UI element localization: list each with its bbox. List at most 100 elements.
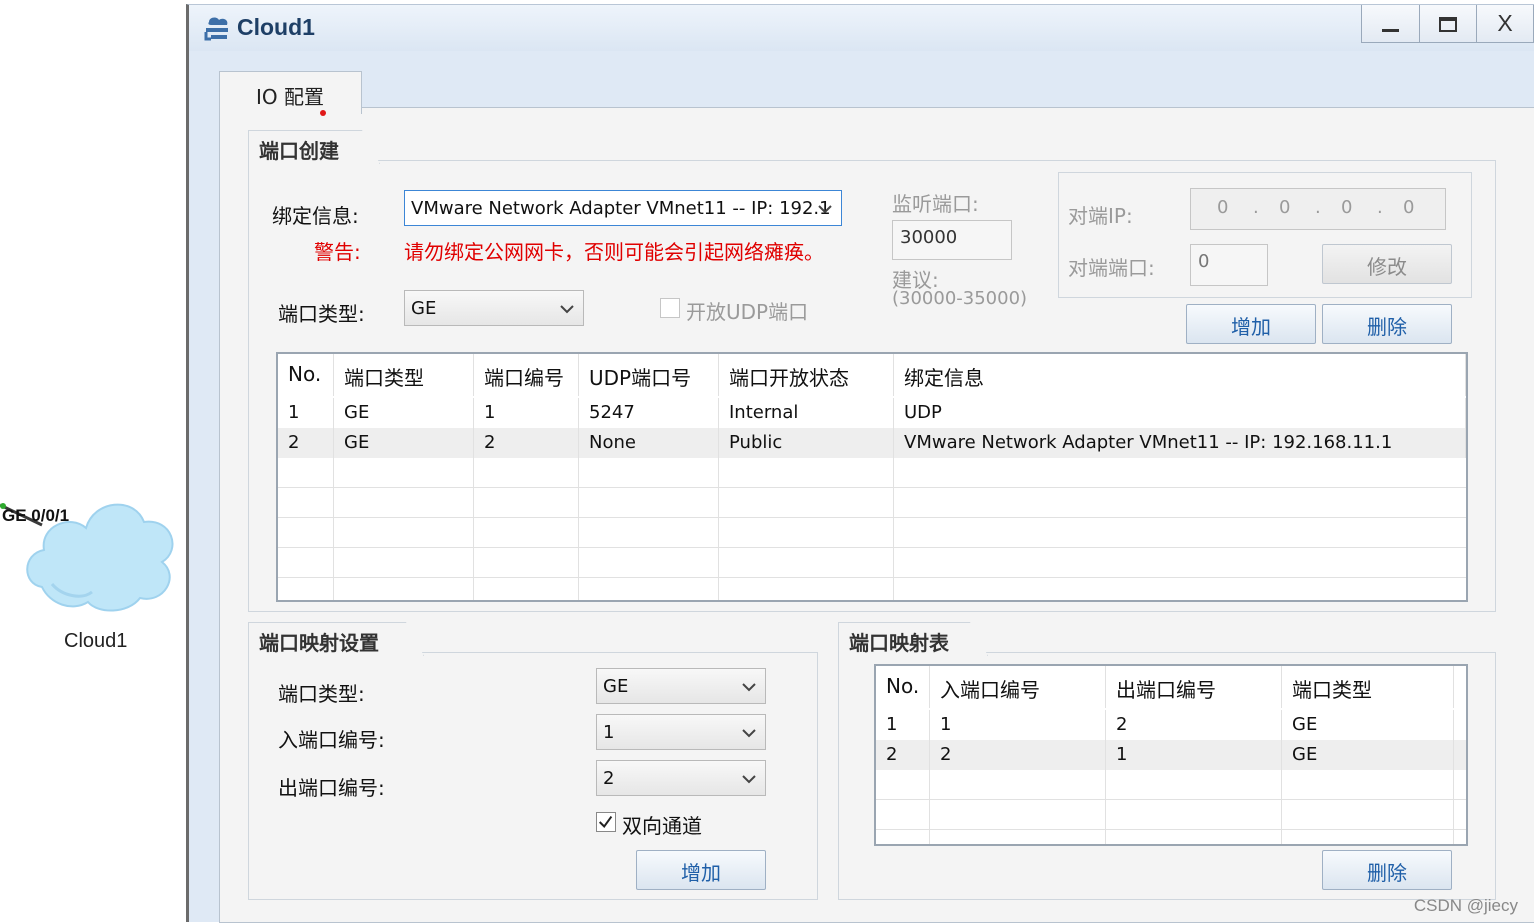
cell-bind-info: UDP (894, 398, 1466, 428)
column-header-port-type[interactable]: 端口类型 (334, 354, 474, 396)
empty-column (1282, 770, 1454, 844)
cell-port-type: GE (1282, 710, 1454, 740)
open-udp-checkbox[interactable] (660, 298, 680, 318)
peer-port-input[interactable]: 0 (1190, 244, 1268, 286)
cell-port-number: 2 (474, 428, 579, 458)
cell-out-port: 1 (1106, 740, 1282, 770)
bind-info-value: VMware Network Adapter VMnet11 -- IP: 19… (411, 198, 831, 219)
peer-ip-dot: . (1253, 197, 1259, 218)
bind-info-select[interactable]: VMware Network Adapter VMnet11 -- IP: 19… (404, 190, 842, 226)
column-header-port-type[interactable]: 端口类型 (1282, 666, 1454, 708)
minimize-button[interactable] (1362, 5, 1419, 42)
chevron-down-icon (560, 305, 574, 314)
cell-port-type: GE (1282, 740, 1454, 770)
mapping-table[interactable]: No. 入端口编号 出端口编号 端口类型 1 1 2 GE 2 2 1 GE (874, 664, 1468, 846)
cell-port-number: 1 (474, 398, 579, 428)
cell-out-port: 2 (1106, 710, 1282, 740)
row-divider (876, 829, 1466, 830)
empty-rows (876, 770, 1466, 844)
cloud-app-icon (204, 17, 228, 41)
peer-port-value: 0 (1198, 251, 1210, 272)
cloud-device-icon[interactable] (22, 492, 178, 614)
empty-column (278, 458, 334, 600)
port-type-label: 端口类型: (278, 302, 365, 326)
empty-column (579, 458, 719, 600)
empty-column (719, 458, 894, 600)
port-create-group-title: 端口创建 (248, 130, 380, 164)
checkmark-icon (598, 816, 613, 829)
listen-port-label: 监听端口: (892, 192, 979, 216)
row-divider (876, 799, 1466, 800)
empty-column (876, 770, 930, 844)
add-mapping-button[interactable]: 增加 (636, 850, 766, 890)
tab-io-config[interactable]: IO 配置 (219, 71, 362, 116)
cell-udp-port: None (579, 428, 719, 458)
peer-ip-label: 对端IP: (1068, 204, 1133, 228)
topology-device-name: Cloud1 (64, 630, 128, 652)
cell-udp-port: 5247 (579, 398, 719, 428)
peer-port-label: 对端端口: (1068, 256, 1155, 280)
map-port-type-value: GE (603, 676, 629, 697)
peer-ip-dot: . (1377, 197, 1383, 218)
peer-ip-input[interactable]: 0 . 0 . 0 . 0 (1190, 188, 1446, 230)
warning-label: 警告: (314, 240, 361, 264)
column-header-in-port[interactable]: 入端口编号 (930, 666, 1106, 708)
tab-content-panel: 端口创建 绑定信息: VMware Network Adapter VMnet1… (219, 107, 1534, 923)
row-divider (278, 517, 1466, 518)
cell-no: 2 (876, 740, 930, 770)
bidirectional-label: 双向通道 (622, 814, 702, 838)
peer-ip-octet-4: 0 (1403, 197, 1415, 218)
open-udp-label: 开放UDP端口 (686, 300, 809, 324)
column-header-udp-port[interactable]: UDP端口号 (579, 354, 719, 396)
delete-port-button[interactable]: 删除 (1322, 304, 1452, 344)
column-header-bind-info[interactable]: 绑定信息 (894, 354, 1466, 396)
cell-open-state: Internal (719, 398, 894, 428)
warning-text: 请勿绑定公网网卡，否则可能会引起网络瘫痪。 (404, 240, 824, 264)
cell-bind-info: VMware Network Adapter VMnet11 -- IP: 19… (894, 428, 1466, 458)
out-port-label: 出端口编号: (278, 776, 385, 800)
peer-ip-octet-1: 0 (1217, 197, 1229, 218)
delete-mapping-button[interactable]: 删除 (1322, 850, 1452, 890)
column-header-no[interactable]: No. (278, 354, 334, 396)
column-header-no[interactable]: No. (876, 666, 930, 708)
title-bar[interactable]: Cloud1 X (189, 5, 1534, 51)
empty-column (930, 770, 1106, 844)
add-port-button[interactable]: 增加 (1186, 304, 1316, 344)
minimize-icon (1382, 29, 1399, 32)
chevron-down-icon (818, 205, 832, 214)
peer-ip-octet-3: 0 (1341, 197, 1353, 218)
modify-button[interactable]: 修改 (1322, 244, 1452, 284)
column-header-port-number[interactable]: 端口编号 (474, 354, 579, 396)
peer-ip-octet-2: 0 (1279, 197, 1291, 218)
cell-port-type: GE (334, 428, 474, 458)
map-port-type-select[interactable]: GE (596, 668, 766, 704)
watermark-text: CSDN @jiecy (1413, 896, 1518, 915)
mapping-table-header: No. 入端口编号 出端口编号 端口类型 (876, 666, 1466, 708)
maximize-icon (1439, 17, 1457, 32)
cell-no: 2 (278, 428, 334, 458)
maximize-button[interactable] (1419, 5, 1476, 42)
out-port-select[interactable]: 2 (596, 760, 766, 796)
map-port-type-label: 端口类型: (278, 682, 365, 706)
bidirectional-checkbox[interactable] (596, 812, 616, 832)
column-header-out-port[interactable]: 出端口编号 (1106, 666, 1282, 708)
port-table[interactable]: No. 端口类型 端口编号 UDP端口号 端口开放状态 绑定信息 1 GE 1 … (276, 352, 1468, 602)
table-row[interactable]: 2 2 1 GE (876, 740, 1466, 770)
empty-column (474, 458, 579, 600)
port-table-header: No. 端口类型 端口编号 UDP端口号 端口开放状态 绑定信息 (278, 354, 1466, 396)
in-port-value: 1 (603, 722, 615, 743)
column-header-open-state[interactable]: 端口开放状态 (719, 354, 894, 396)
port-type-value: GE (411, 298, 437, 319)
close-icon: X (1497, 10, 1513, 36)
close-button[interactable]: X (1476, 5, 1533, 42)
table-row[interactable]: 2 GE 2 None Public VMware Network Adapte… (278, 428, 1466, 458)
row-divider (278, 547, 1466, 548)
in-port-select[interactable]: 1 (596, 714, 766, 750)
empty-column (334, 458, 474, 600)
table-row[interactable]: 1 GE 1 5247 Internal UDP (278, 398, 1466, 428)
listen-port-input[interactable]: 30000 (892, 220, 1012, 260)
cell-no: 1 (278, 398, 334, 428)
bind-info-label: 绑定信息: (272, 204, 359, 228)
table-row[interactable]: 1 1 2 GE (876, 710, 1466, 740)
port-type-select[interactable]: GE (404, 290, 584, 326)
